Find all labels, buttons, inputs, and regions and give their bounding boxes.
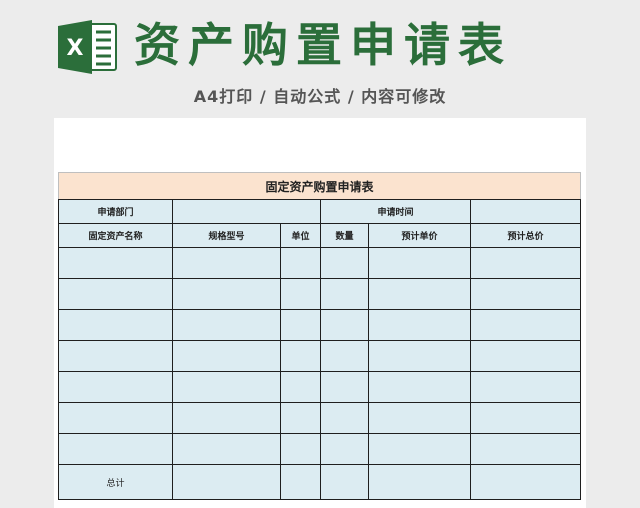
asset-name-cell[interactable] <box>58 278 173 310</box>
table-row <box>58 278 582 310</box>
asset-name-cell[interactable] <box>58 309 173 341</box>
col-header-quantity: 数量 <box>320 223 369 248</box>
col-header-asset-name: 固定资产名称 <box>58 223 173 248</box>
total-price-cell[interactable] <box>469 433 582 465</box>
total-price-cell[interactable] <box>469 371 582 403</box>
asset-name-cell[interactable] <box>58 340 173 372</box>
col-header-unit: 单位 <box>280 223 321 248</box>
unit-cell[interactable] <box>280 340 321 372</box>
quantity-cell[interactable] <box>320 278 369 310</box>
quantity-cell[interactable] <box>320 402 369 434</box>
page-title: 资产购置申请表 <box>134 18 512 72</box>
banner: X 资产购置申请表 A4打印 / 自动公式 / 内容可修改 <box>0 0 640 118</box>
spec-cell[interactable] <box>172 340 281 372</box>
total-unit-price-cell[interactable] <box>368 464 471 500</box>
total-row: 总计 <box>58 464 582 500</box>
spec-cell[interactable] <box>172 433 281 465</box>
unit-price-cell[interactable] <box>368 371 471 403</box>
total-price-cell[interactable] <box>469 402 582 434</box>
excel-icon: X <box>56 18 118 76</box>
unit-cell[interactable] <box>280 247 321 279</box>
col-header-spec: 规格型号 <box>172 223 281 248</box>
quantity-cell[interactable] <box>320 340 369 372</box>
quantity-cell[interactable] <box>320 433 369 465</box>
unit-price-cell[interactable] <box>368 402 471 434</box>
total-price-cell[interactable] <box>469 278 582 310</box>
total-label: 总计 <box>58 464 173 500</box>
excel-logo-letter: X <box>67 36 84 61</box>
table-row <box>58 340 582 372</box>
spec-cell[interactable] <box>172 247 281 279</box>
total-total-price-cell[interactable] <box>469 464 582 500</box>
unit-price-cell[interactable] <box>368 340 471 372</box>
asset-name-cell[interactable] <box>58 247 173 279</box>
table-row <box>58 433 582 465</box>
total-price-cell[interactable] <box>469 340 582 372</box>
asset-name-cell[interactable] <box>58 402 173 434</box>
col-header-total-price: 预计总价 <box>469 223 582 248</box>
spec-cell[interactable] <box>172 371 281 403</box>
total-quantity-cell[interactable] <box>320 464 369 500</box>
unit-cell[interactable] <box>280 278 321 310</box>
page-subtitle: A4打印 / 自动公式 / 内容可修改 <box>193 87 447 106</box>
apply-dept-cell[interactable] <box>172 199 321 224</box>
unit-price-cell[interactable] <box>368 433 471 465</box>
sheet-title: 固定资产购置申请表 <box>57 172 582 200</box>
unit-price-cell[interactable] <box>368 309 471 341</box>
total-unit-cell[interactable] <box>280 464 321 500</box>
asset-name-cell[interactable] <box>58 433 173 465</box>
col-header-unit-price: 预计单价 <box>368 223 471 248</box>
quantity-cell[interactable] <box>320 309 369 341</box>
unit-price-cell[interactable] <box>368 247 471 279</box>
column-header-row: 固定资产名称 规格型号 单位 数量 预计单价 预计总价 <box>58 223 582 248</box>
unit-cell[interactable] <box>280 371 321 403</box>
spec-cell[interactable] <box>172 309 281 341</box>
total-price-cell[interactable] <box>469 309 582 341</box>
apply-time-label: 申请时间 <box>320 199 471 224</box>
table-row <box>58 309 582 341</box>
apply-dept-label: 申请部门 <box>58 199 173 224</box>
total-price-cell[interactable] <box>469 247 582 279</box>
table-row <box>58 371 582 403</box>
quantity-cell[interactable] <box>320 371 369 403</box>
unit-cell[interactable] <box>280 309 321 341</box>
spec-cell[interactable] <box>172 402 281 434</box>
spec-cell[interactable] <box>172 278 281 310</box>
unit-cell[interactable] <box>280 402 321 434</box>
table-row <box>58 402 582 434</box>
quantity-cell[interactable] <box>320 247 369 279</box>
total-spec-cell[interactable] <box>172 464 281 500</box>
apply-time-cell[interactable] <box>469 199 582 224</box>
unit-cell[interactable] <box>280 433 321 465</box>
unit-price-cell[interactable] <box>368 278 471 310</box>
asset-request-table: 固定资产购置申请表 申请部门 申请时间 固定资产名称 规格型号 单位 数量 预计… <box>57 172 582 500</box>
table-row <box>58 247 582 279</box>
asset-name-cell[interactable] <box>58 371 173 403</box>
